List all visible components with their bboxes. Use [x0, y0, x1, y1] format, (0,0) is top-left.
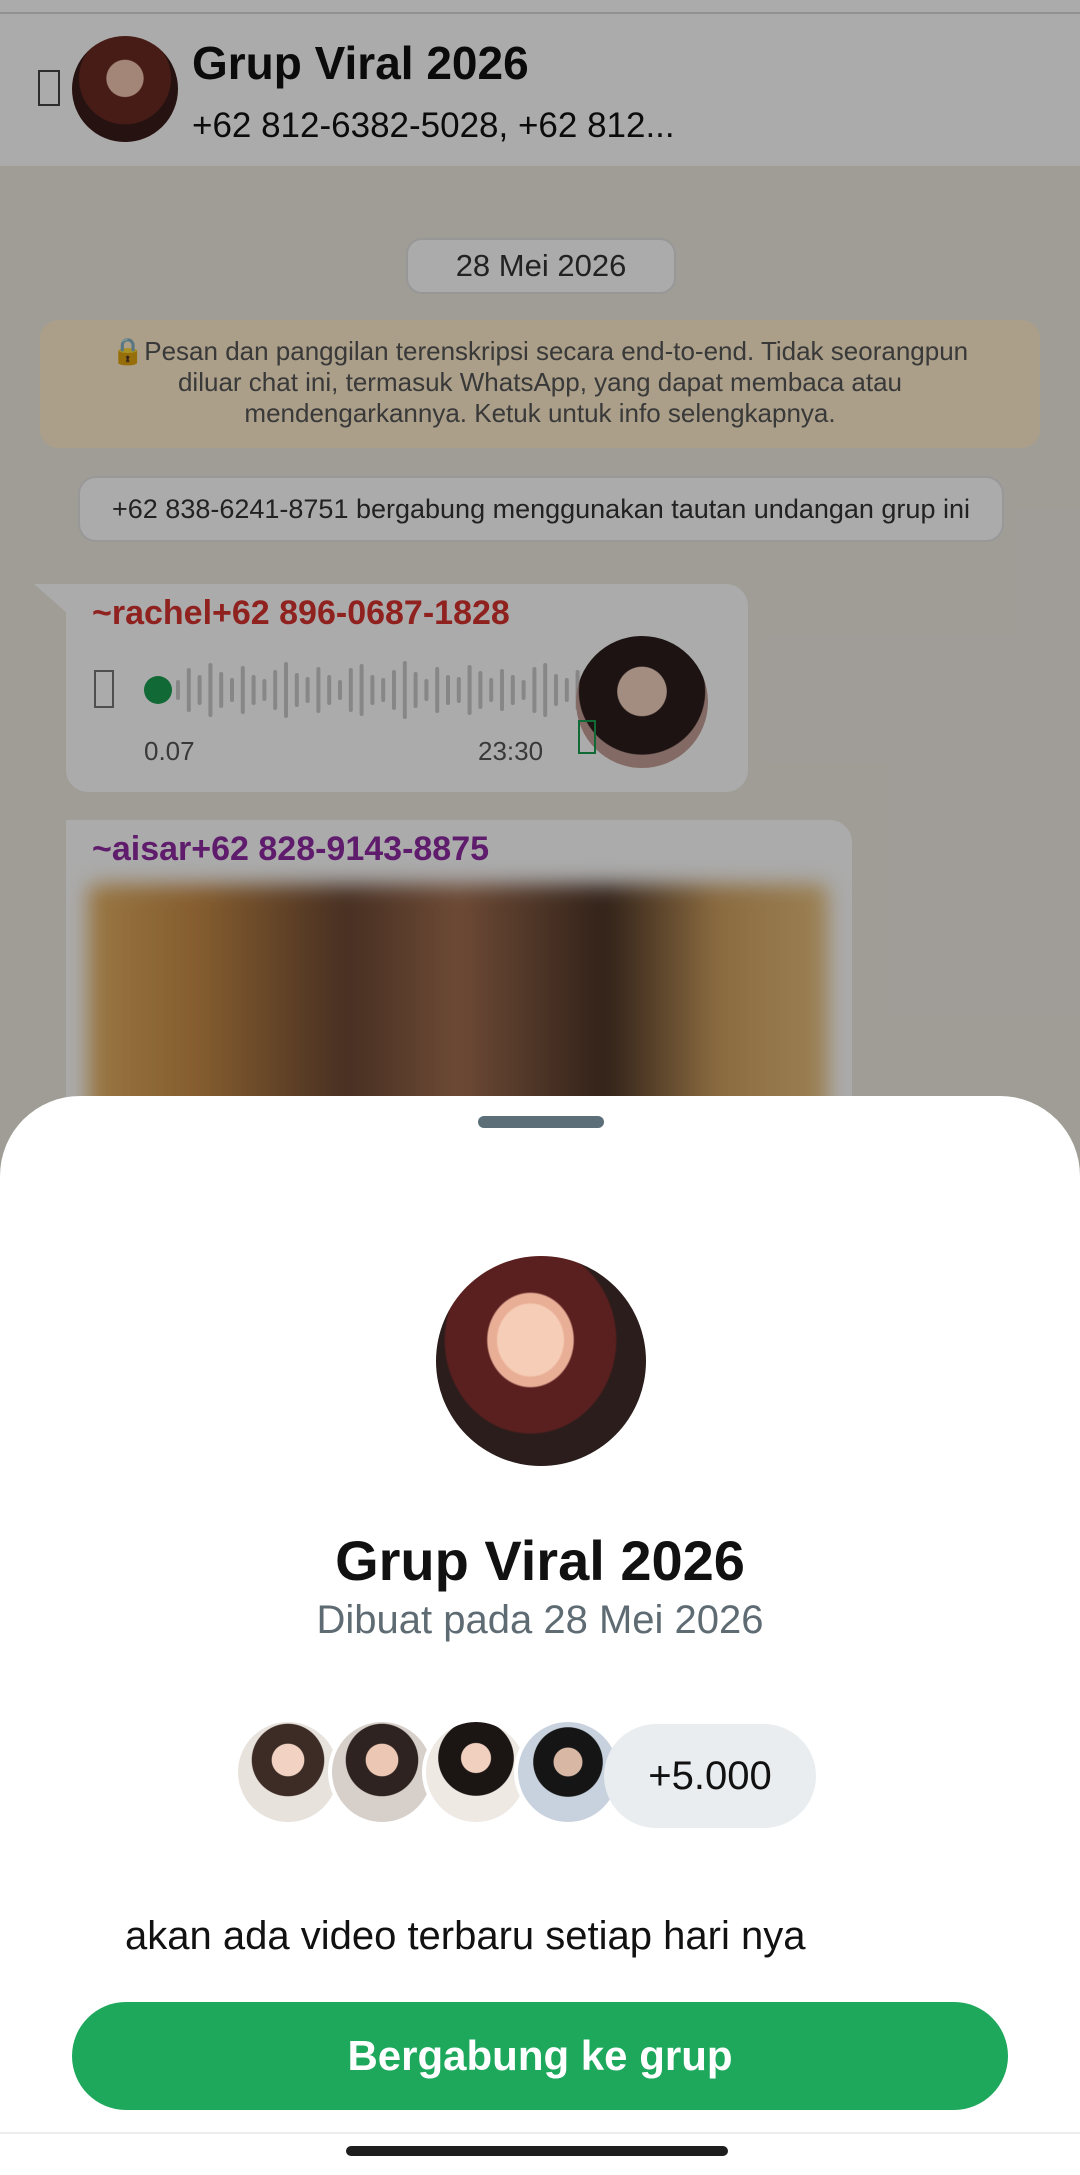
home-indicator[interactable] — [346, 2146, 728, 2156]
join-group-button[interactable]: Bergabung ke grup — [72, 2002, 1008, 2110]
member-avatar — [328, 1718, 436, 1826]
drag-handle[interactable] — [478, 1116, 604, 1128]
group-created-date: Dibuat pada 28 Mei 2026 — [316, 1598, 764, 1642]
divider — [0, 2132, 1080, 2134]
member-avatar — [234, 1718, 342, 1826]
group-invite-sheet: Grup Viral 2026 Dibuat pada 28 Mei 2026 … — [0, 1096, 1080, 2175]
sheet-group-title: Grup Viral 2026 — [335, 1529, 745, 1592]
member-count-badge: +5.000 — [604, 1724, 816, 1828]
group-avatar-large — [436, 1256, 646, 1466]
group-description: akan ada video terbaru setiap hari nya — [125, 1914, 806, 1958]
